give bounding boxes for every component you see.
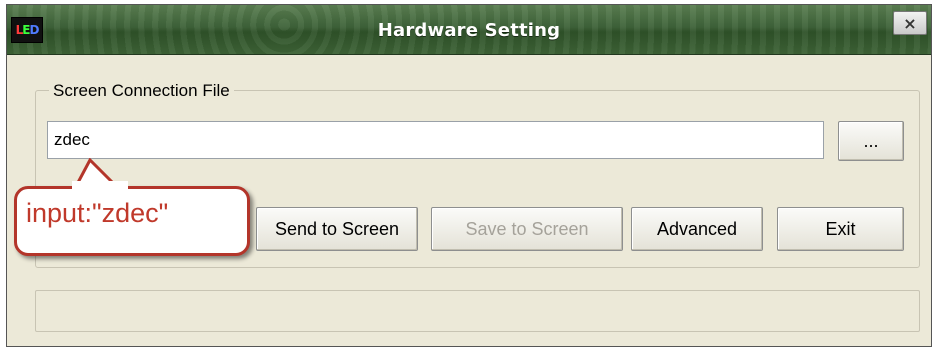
group-label: Screen Connection File xyxy=(49,81,234,101)
status-bar xyxy=(35,290,920,332)
close-button[interactable]: × xyxy=(893,11,927,35)
title-bar[interactable]: L E D Hardware Setting × xyxy=(7,5,931,55)
browse-button[interactable]: ... xyxy=(838,121,904,161)
annotation-text: input:"zdec" xyxy=(26,198,169,228)
advanced-button[interactable]: Advanced xyxy=(631,207,763,251)
save-to-screen-button[interactable]: Save to Screen xyxy=(431,207,623,251)
callout-tail-mask xyxy=(72,181,128,193)
send-to-screen-button[interactable]: Send to Screen xyxy=(256,207,418,251)
connection-file-input[interactable] xyxy=(47,121,824,159)
close-icon: × xyxy=(903,13,917,33)
hardware-setting-window: L E D Hardware Setting × Screen Connecti… xyxy=(6,4,932,347)
exit-button[interactable]: Exit xyxy=(777,207,904,251)
window-title: Hardware Setting xyxy=(377,20,561,41)
